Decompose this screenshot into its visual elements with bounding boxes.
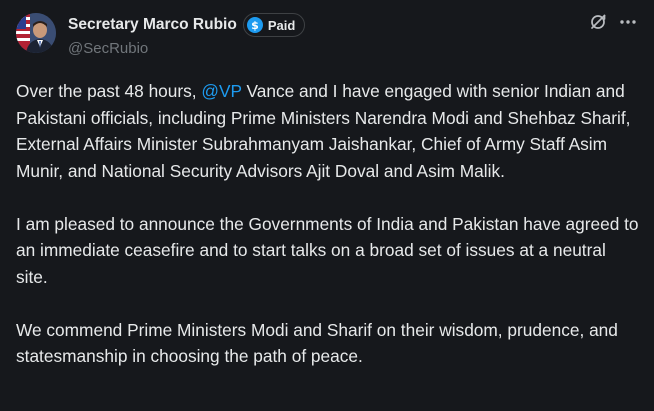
post-card: Secretary Marco Rubio $ Paid @SecRubio O… [0,0,654,411]
mention-link[interactable]: @VP [201,81,241,101]
paid-badge-label: Paid [267,17,296,33]
author-block: Secretary Marco Rubio $ Paid @SecRubio [68,13,306,57]
more-horizontal-icon[interactable] [618,12,638,32]
avatar[interactable] [16,13,56,53]
display-name[interactable]: Secretary Marco Rubio [68,16,237,34]
svg-text:$: $ [251,19,259,32]
paid-badge[interactable]: $ Paid [242,13,306,37]
user-handle[interactable]: @SecRubio [68,40,305,57]
post-paragraph-3: We commend Prime Ministers Modi and Shar… [16,319,618,367]
dollar-coin-icon: $ [246,17,263,33]
grok-icon[interactable] [588,12,608,32]
avatar-image [16,13,56,53]
name-row: Secretary Marco Rubio $ Paid [68,13,306,37]
post-body: Over the past 48 hours, @VP Vance and I … [16,78,641,370]
post-paragraph-1: Over the past 48 hours, @VP Vance and I … [16,78,641,184]
post-paragraph-2: I am pleased to announce the Governments… [16,213,639,287]
post-actions [578,12,638,32]
para1-before: Over the past 48 hours, [16,81,202,101]
